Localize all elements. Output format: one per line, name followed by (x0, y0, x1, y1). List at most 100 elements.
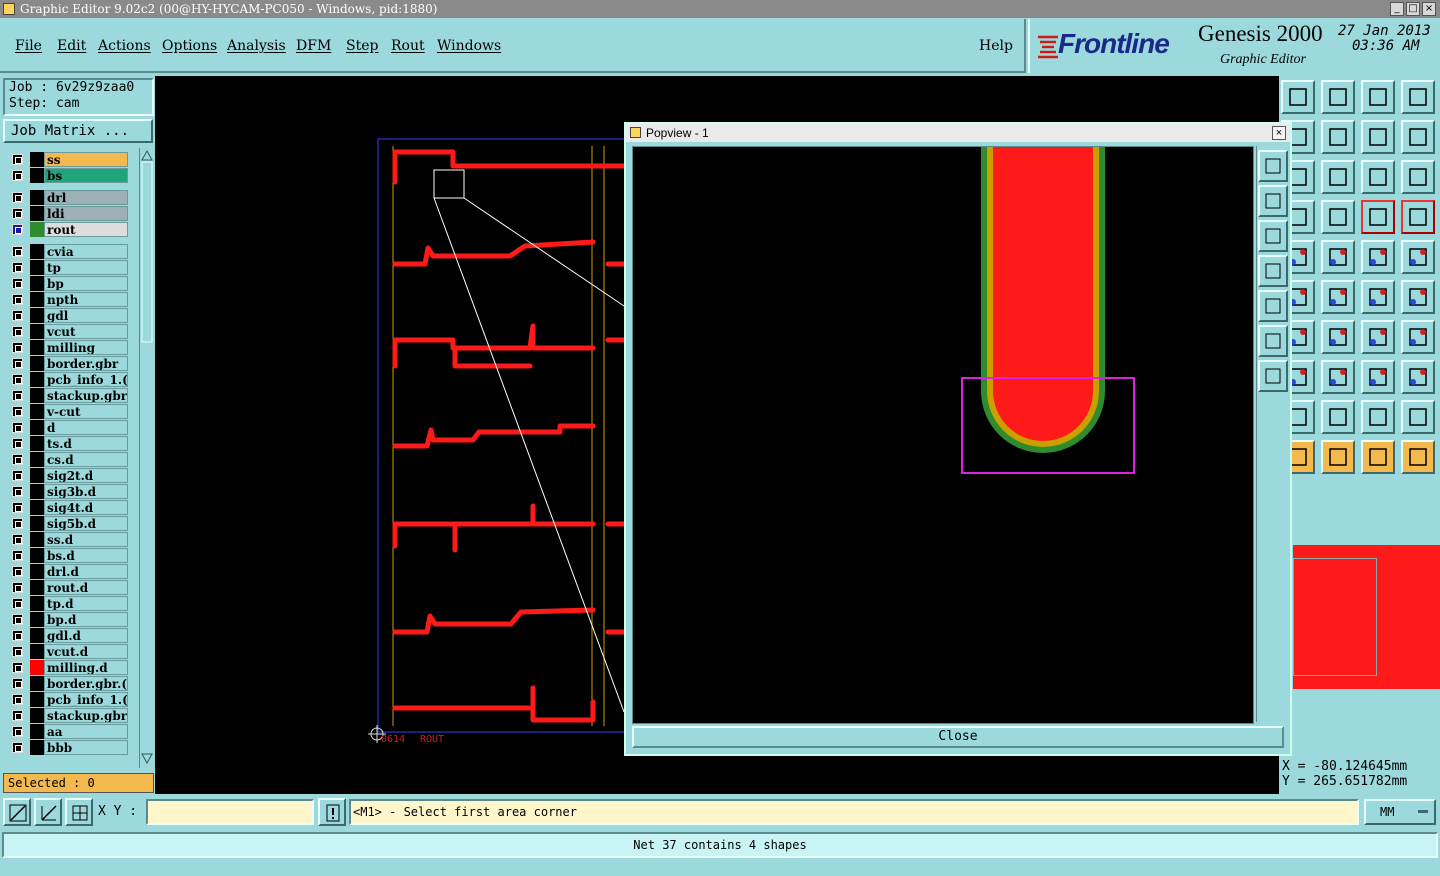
layer-checkbox[interactable] (12, 550, 23, 561)
layer-name[interactable]: tp.d (44, 596, 128, 611)
layer-name[interactable]: v-cut (44, 404, 128, 419)
layer-checkbox[interactable] (12, 170, 23, 181)
snap-button[interactable] (1361, 200, 1395, 234)
layer-name[interactable]: ss.d (44, 532, 128, 547)
layer-row[interactable]: ss.d (8, 532, 128, 547)
layer-name[interactable]: pcb_info_1.( (44, 692, 128, 707)
layer-checkbox[interactable] (12, 614, 23, 625)
layer-checkbox[interactable] (12, 224, 23, 235)
layer-name[interactable]: d (44, 420, 128, 435)
layer-row[interactable]: pcb_info_1.( (8, 692, 128, 707)
xy-input[interactable] (146, 799, 314, 825)
layer-checkbox[interactable] (12, 262, 23, 273)
layer-row[interactable]: tp.d (8, 596, 128, 611)
layer-name[interactable]: bp (44, 276, 128, 291)
layer-down-button[interactable] (1321, 80, 1355, 114)
home-button[interactable] (1361, 80, 1395, 114)
layer-checkbox[interactable] (12, 390, 23, 401)
layer-row[interactable]: vcut.d (8, 644, 128, 659)
layer-name[interactable]: pcb_info_1.( (44, 372, 128, 387)
layer-name[interactable]: milling (44, 340, 128, 355)
layer-row[interactable]: bs (8, 168, 128, 183)
layer-checkbox[interactable] (12, 294, 23, 305)
layer-row[interactable]: pcb_info_1.( (8, 372, 128, 387)
layer-name[interactable]: bp.d (44, 612, 128, 627)
pan-button[interactable] (1321, 160, 1355, 194)
pv-pan-button[interactable] (1258, 360, 1288, 392)
layer-checkbox[interactable] (12, 342, 23, 353)
menu-file[interactable]: File (15, 38, 42, 54)
layer-checkbox[interactable] (12, 678, 23, 689)
text-a-button[interactable] (1321, 400, 1355, 434)
layer-row[interactable]: milling.d (8, 660, 128, 675)
layer-name[interactable]: sig5b.d (44, 516, 128, 531)
layer-name[interactable]: rout (44, 222, 128, 237)
menu-windows[interactable]: Windows (437, 38, 501, 54)
dot-button[interactable] (1401, 240, 1435, 274)
pv-import-button[interactable] (1258, 290, 1288, 322)
font-button[interactable] (1401, 320, 1435, 354)
popview-canvas[interactable] (632, 146, 1254, 724)
layer-checkbox[interactable] (12, 566, 23, 577)
select-net-button[interactable] (1361, 440, 1395, 474)
layer-checkbox[interactable] (12, 192, 23, 203)
maximize-button[interactable]: □ (1406, 2, 1420, 16)
layer-checkbox[interactable] (12, 454, 23, 465)
layer-row[interactable]: drl (8, 190, 128, 205)
layer-name[interactable]: cvia (44, 244, 128, 259)
layer-row[interactable]: stackup.gbr (8, 708, 128, 723)
layer-checkbox[interactable] (12, 374, 23, 385)
dimension-button[interactable] (1361, 360, 1395, 394)
layer-row[interactable]: bbb (8, 740, 128, 755)
layer-name[interactable]: milling.d (44, 660, 128, 675)
layer-name[interactable]: sig2t.d (44, 468, 128, 483)
layer-up-button[interactable] (1281, 80, 1315, 114)
layer-checkbox[interactable] (12, 726, 23, 737)
layer-checkbox[interactable] (12, 598, 23, 609)
layer-checkbox[interactable] (12, 208, 23, 219)
layer-checkbox[interactable] (12, 246, 23, 257)
layer-row[interactable]: aa (8, 724, 128, 739)
layer-checkbox[interactable] (12, 154, 23, 165)
layer-name[interactable]: border.gbr.( (44, 676, 128, 691)
layer-row[interactable]: tp (8, 260, 128, 275)
layer-row[interactable]: ts.d (8, 436, 128, 451)
layer-row[interactable]: border.gbr.( (8, 676, 128, 691)
layer-row[interactable]: vcut (8, 324, 128, 339)
grid-button[interactable] (1321, 200, 1355, 234)
layer-row[interactable]: rout.d (8, 580, 128, 595)
layer-checkbox[interactable] (12, 646, 23, 657)
layer-name[interactable]: sig4t.d (44, 500, 128, 515)
layer-checkbox[interactable] (12, 582, 23, 593)
shapes-button[interactable] (1401, 360, 1435, 394)
measure-icon[interactable] (34, 798, 62, 826)
menu-dfm[interactable]: DFM (296, 38, 331, 54)
layer-checkbox[interactable] (12, 278, 23, 289)
layer-row[interactable]: ldi (8, 206, 128, 221)
layer-checkbox[interactable] (12, 502, 23, 513)
scale-button[interactable] (1361, 160, 1395, 194)
layer-name[interactable]: ldi (44, 206, 128, 221)
layer-name[interactable]: ts.d (44, 436, 128, 451)
menu-help[interactable]: Help (979, 38, 1013, 54)
text-b-button[interactable] (1361, 400, 1395, 434)
menu-rout[interactable]: Rout (391, 38, 425, 54)
layer-row[interactable]: sig4t.d (8, 500, 128, 515)
units-select[interactable]: MM (1364, 799, 1436, 825)
mirror-button[interactable] (1361, 120, 1395, 154)
layer-row[interactable]: gdl.d (8, 628, 128, 643)
layer-checkbox[interactable] (12, 486, 23, 497)
job-matrix-button[interactable]: Job Matrix ... (3, 119, 153, 143)
layer-row[interactable]: gdl (8, 308, 128, 323)
layer-row[interactable]: drl.d (8, 564, 128, 579)
layer-row[interactable]: cvia (8, 244, 128, 259)
layer-row[interactable]: milling (8, 340, 128, 355)
layer-name[interactable]: cs.d (44, 452, 128, 467)
layer-row[interactable]: bp (8, 276, 128, 291)
popview-close-button[interactable]: Close (632, 726, 1284, 748)
menu-edit[interactable]: Edit (57, 38, 86, 54)
layer-name[interactable]: aa (44, 724, 128, 739)
menu-options[interactable]: Options (162, 38, 217, 54)
edge-button[interactable] (1361, 280, 1395, 314)
close-window-button[interactable]: × (1422, 2, 1436, 16)
